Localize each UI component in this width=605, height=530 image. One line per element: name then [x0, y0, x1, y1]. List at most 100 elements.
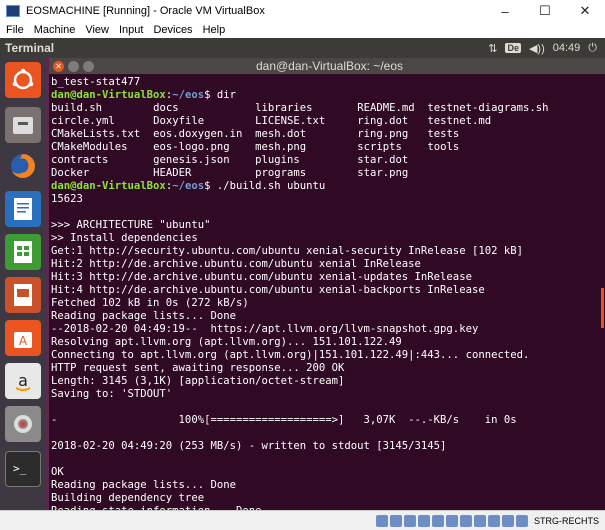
terminal-line: --2018-02-20 04:49:19-- https://apt.llvm… [51, 323, 605, 336]
keyboard-layout-indicator[interactable]: De [505, 43, 521, 53]
terminal-text: Hit:4 http://de.archive.ubuntu.com/ubunt… [51, 284, 485, 296]
terminal-line: dan@dan-VirtualBox:~/eos$ ./build.sh ubu… [51, 180, 605, 193]
terminal-text: $ ./build.sh ubuntu [204, 180, 326, 192]
close-button[interactable]: ✕ [565, 0, 605, 22]
network-adapter-icon[interactable] [418, 514, 430, 527]
svg-text:A: A [19, 334, 28, 348]
terminal-titlebar[interactable]: ✕ dan@dan-VirtualBox: ~/eos [49, 58, 605, 74]
terminal-text: Docker [51, 167, 154, 179]
files-icon[interactable] [5, 107, 41, 143]
volume-icon[interactable]: ◀)) [529, 42, 545, 55]
terminal-text: Doxyfile [153, 115, 256, 127]
terminal-text: plugins [255, 154, 358, 166]
terminal-line: b_test-stat477 [51, 76, 605, 89]
ubuntu-desktop: ✕ dan@dan-VirtualBox: ~/eos b_test-stat4… [46, 58, 605, 510]
minimize-button[interactable]: – [485, 0, 525, 22]
video-capture-icon[interactable] [474, 514, 486, 527]
terminal-text: OK [51, 466, 64, 478]
terminal-output[interactable]: b_test-stat477 dan@dan-VirtualBox:~/eos$ … [49, 74, 605, 510]
terminal-line: Connecting to apt.llvm.org (apt.llvm.org… [51, 349, 605, 362]
terminal-text: mesh.png [255, 141, 358, 153]
terminal-close-icon[interactable]: ✕ [53, 60, 64, 72]
menu-devices[interactable]: Devices [153, 24, 192, 36]
terminal-line: OK [51, 466, 605, 479]
terminal-text: Reading package lists... Done [51, 310, 236, 322]
audio-icon[interactable] [404, 514, 416, 527]
ubuntu-dash-icon[interactable] [5, 62, 41, 98]
terminal-text: eos.doxygen.in [153, 128, 256, 140]
terminal-text: tools [427, 141, 460, 153]
terminal-line: Reading package lists... Done [51, 479, 605, 492]
terminal-text: Connecting to apt.llvm.org (apt.llvm.org… [51, 349, 530, 361]
terminal-text: contracts [51, 154, 154, 166]
terminal-text: ring.dot [357, 115, 428, 127]
terminal-line: 15623 [51, 193, 605, 206]
terminal-text: HEADER [153, 167, 256, 179]
terminal-window[interactable]: ✕ dan@dan-VirtualBox: ~/eos b_test-stat4… [49, 58, 605, 510]
virtualbox-menubar: File Machine View Input Devices Help [0, 22, 605, 38]
terminal-text: Reading package lists... Done [51, 479, 236, 491]
terminal-line: CMakeModules eos-logo.png mesh.png scrip… [51, 141, 605, 154]
menu-machine[interactable]: Machine [34, 24, 76, 36]
ubuntu-top-panel: Terminal ⇅ De ◀)) 04:49 ⏻ [0, 38, 605, 58]
libreoffice-writer-icon[interactable] [5, 191, 41, 227]
terminal-line: circle.yml Doxyfile LICENSE.txt ring.dot… [51, 115, 605, 128]
optical-drive-icon[interactable] [390, 514, 402, 527]
network-icon[interactable]: ⇅ [488, 42, 497, 55]
display-icon[interactable] [460, 514, 472, 527]
terminal-maximize-icon[interactable] [83, 60, 94, 72]
terminal-text: Resolving apt.llvm.org (apt.llvm.org)...… [51, 336, 402, 348]
terminal-text: Hit:2 http://de.archive.ubuntu.com/ubunt… [51, 258, 421, 270]
unity-launcher: A a >_ [0, 58, 46, 510]
svg-text:>_: >_ [13, 462, 27, 475]
terminal-line: Resolving apt.llvm.org (apt.llvm.org)...… [51, 336, 605, 349]
terminal-text: CMakeLists.txt [51, 128, 154, 140]
terminal-text: >> Install dependencies [51, 232, 198, 244]
terminal-line: build.sh docs libraries README.md testne… [51, 102, 605, 115]
terminal-text: dan@dan-VirtualBox [51, 89, 166, 101]
usb-icon[interactable] [432, 514, 444, 527]
menu-view[interactable]: View [85, 24, 109, 36]
terminal-minimize-icon[interactable] [68, 60, 79, 72]
terminal-line: Docker HEADER programs star.png [51, 167, 605, 180]
terminal-line: Fetched 102 kB in 0s (272 kB/s) [51, 297, 605, 310]
terminal-text: - 100%[===================>] 3,07K --.-K… [51, 414, 517, 426]
terminal-text: testnet-diagrams.sh [427, 102, 549, 114]
keyboard-capture-icon[interactable] [516, 514, 528, 527]
terminal-text: Saving to: 'STDOUT' [51, 388, 173, 400]
terminal-text: 15623 [51, 193, 83, 205]
shared-folders-icon[interactable] [446, 514, 458, 527]
ubuntu-software-icon[interactable]: A [5, 320, 41, 356]
hard-disk-icon[interactable] [376, 514, 388, 527]
libreoffice-impress-icon[interactable] [5, 277, 41, 313]
terminal-icon[interactable]: >_ [5, 451, 41, 487]
amazon-icon[interactable]: a [5, 363, 41, 399]
terminal-text: b_test-stat477 [51, 76, 141, 88]
clock[interactable]: 04:49 [553, 42, 581, 54]
power-icon[interactable]: ⏻ [588, 42, 597, 55]
system-settings-icon[interactable] [5, 406, 41, 442]
mouse-integration-icon[interactable] [502, 514, 514, 527]
terminal-line: >> Install dependencies [51, 232, 605, 245]
libreoffice-calc-icon[interactable] [5, 234, 41, 270]
maximize-button[interactable]: ☐ [525, 0, 565, 22]
terminal-text: Fetched 102 kB in 0s (272 kB/s) [51, 297, 249, 309]
menu-input[interactable]: Input [119, 24, 143, 36]
terminal-text: circle.yml [51, 115, 154, 127]
menu-file[interactable]: File [6, 24, 24, 36]
terminal-scrollbar[interactable] [601, 288, 604, 328]
virtualbox-status-bar: STRG-RECHTS [0, 510, 605, 530]
svg-text:a: a [18, 371, 28, 390]
terminal-text: programs [255, 167, 358, 179]
firefox-icon[interactable] [5, 148, 41, 184]
menu-help[interactable]: Help [203, 24, 226, 36]
terminal-text: star.png [357, 167, 409, 179]
cpu-icon[interactable] [488, 514, 500, 527]
terminal-line: Saving to: 'STDOUT' [51, 388, 605, 401]
terminal-text: CMakeModules [51, 141, 154, 153]
terminal-line: 2018-02-20 04:49:20 (253 MB/s) - written… [51, 440, 605, 453]
terminal-line: HTTP request sent, awaiting response... … [51, 362, 605, 375]
terminal-text: Get:1 http://security.ubuntu.com/ubuntu … [51, 245, 523, 257]
terminal-text: eos-logo.png [153, 141, 256, 153]
